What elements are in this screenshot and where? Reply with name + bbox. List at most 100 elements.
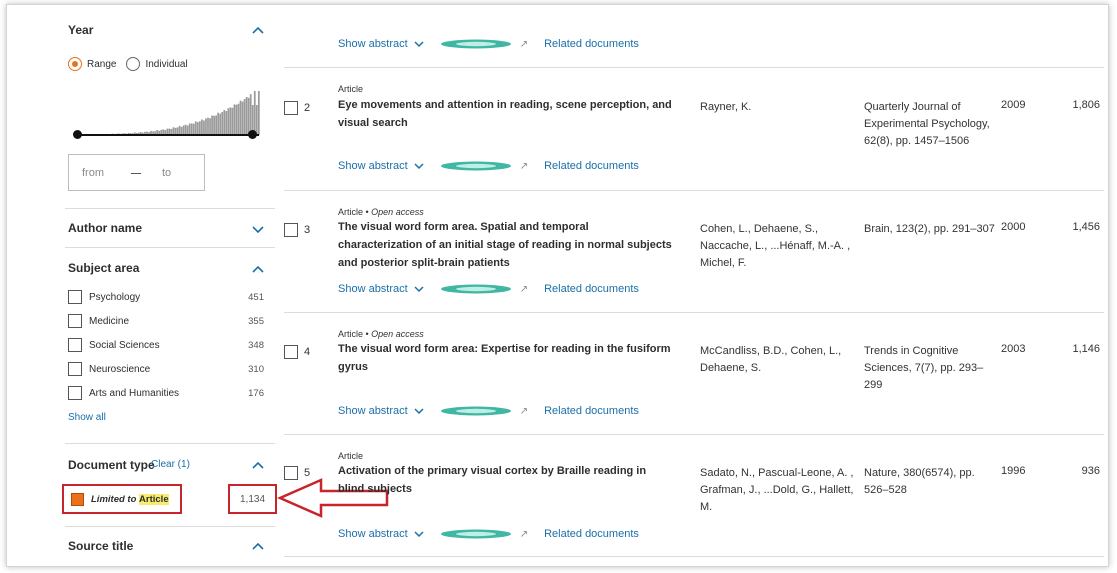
limited-prefix: Limited to: [91, 494, 137, 505]
checkbox[interactable]: [68, 338, 82, 352]
clear-document-type-link[interactable]: Clear (1): [151, 459, 190, 470]
subject-label: Arts and Humanities: [89, 387, 180, 399]
subject-label: Social Sciences: [89, 339, 160, 351]
show-abstract-button[interactable]: Show abstract: [338, 38, 424, 50]
related-documents-link[interactable]: Related documents: [544, 38, 639, 50]
checkbox[interactable]: [68, 386, 82, 400]
show-abstract-button[interactable]: Show abstract: [338, 528, 424, 540]
result-title[interactable]: Activation of the primary visual cortex …: [338, 462, 674, 498]
chevron-up-icon[interactable]: [250, 540, 266, 552]
related-documents-link[interactable]: Related documents: [544, 528, 639, 540]
histogram-bar: [229, 107, 232, 135]
result-cited-by[interactable]: 1,456: [1072, 221, 1100, 233]
pill-icon[interactable]: [440, 161, 512, 171]
divider: [65, 526, 275, 527]
range-radio[interactable]: [68, 57, 82, 71]
subject-item-social-sciences[interactable]: Social Sciences 348: [68, 338, 264, 352]
show-abstract-button[interactable]: Show abstract: [338, 283, 424, 295]
range-slider-start-handle[interactable]: [73, 130, 82, 139]
chevron-up-icon[interactable]: [250, 24, 266, 36]
source-title-section-title: Source title: [68, 539, 134, 553]
histogram-bar: [207, 117, 209, 135]
histogram-bar: [233, 104, 236, 135]
histogram-bar: [247, 97, 250, 135]
pill-icon[interactable]: [440, 529, 512, 539]
result-actions: Show abstract ↗ Related documents: [338, 160, 639, 172]
histogram-bar: [219, 113, 222, 135]
chevron-down-icon[interactable]: [250, 223, 266, 235]
result-checkbox[interactable]: [284, 466, 298, 480]
histogram-bar: [235, 104, 238, 135]
external-link-icon[interactable]: ↗: [520, 529, 528, 540]
divider: [65, 208, 275, 209]
external-link-icon[interactable]: ↗: [520, 161, 528, 172]
range-slider-end-handle[interactable]: [248, 130, 257, 139]
show-all-subjects-link[interactable]: Show all: [68, 412, 106, 423]
result-cited-by[interactable]: 1,806: [1072, 99, 1100, 111]
author-name-section-title: Author name: [68, 221, 143, 235]
histogram-bar: [213, 115, 215, 135]
subject-item-psychology[interactable]: Psychology 451: [68, 290, 264, 304]
histogram-bar: [239, 100, 242, 135]
result-source[interactable]: Quarterly Journal of Experimental Psycho…: [864, 99, 999, 150]
related-documents-link[interactable]: Related documents: [544, 283, 639, 295]
subject-count: 451: [248, 291, 264, 303]
external-link-icon[interactable]: ↗: [520, 406, 528, 417]
to-year-input[interactable]: to: [162, 167, 171, 179]
histogram-bar: [243, 99, 246, 135]
result-source[interactable]: Nature, 380(6574), pp. 526–528: [864, 465, 999, 499]
pill-icon[interactable]: [440, 406, 512, 416]
year-histogram: [77, 91, 260, 135]
checkbox[interactable]: [68, 362, 82, 376]
subject-item-medicine[interactable]: Medicine 355: [68, 314, 264, 328]
related-documents-link[interactable]: Related documents: [544, 160, 639, 172]
result-title[interactable]: The visual word form area. Spatial and t…: [338, 218, 674, 272]
result-authors[interactable]: Rayner, K.: [700, 99, 860, 116]
show-abstract-button[interactable]: Show abstract: [338, 160, 424, 172]
subject-label: Neuroscience: [89, 363, 151, 375]
result-cited-by[interactable]: 1,146: [1072, 343, 1100, 355]
limited-to-article-checkbox[interactable]: [71, 493, 84, 506]
result-cited-by[interactable]: 936: [1082, 465, 1100, 477]
result-checkbox[interactable]: [284, 345, 298, 359]
subject-count: 310: [248, 363, 264, 375]
article-count-highlight: 1,134: [228, 484, 277, 514]
range-dash: [131, 173, 141, 174]
histogram-bar: [203, 120, 205, 135]
result-authors[interactable]: McCandliss, B.D., Cohen, L., Dehaene, S.: [700, 343, 860, 377]
result-checkbox[interactable]: [284, 223, 298, 237]
result-source[interactable]: Brain, 123(2), pp. 291–307: [864, 221, 999, 238]
result-title[interactable]: The visual word form area: Expertise for…: [338, 340, 674, 376]
chevron-up-icon[interactable]: [250, 459, 266, 471]
chevron-up-icon[interactable]: [250, 263, 266, 275]
pill-icon[interactable]: [440, 39, 512, 49]
limited-to-label: Limited to Article: [91, 494, 169, 505]
histogram-bar: [223, 110, 226, 135]
pill-icon[interactable]: [440, 284, 512, 294]
result-authors[interactable]: Cohen, L., Dehaene, S., Naccache, L., ..…: [700, 221, 860, 272]
external-link-icon[interactable]: ↗: [520, 39, 528, 50]
result-number: 5: [304, 467, 311, 479]
result-year: 2000: [1001, 221, 1026, 233]
result-doctype: Article • Open access: [338, 207, 424, 217]
from-year-input[interactable]: from: [82, 167, 104, 179]
result-number: 4: [304, 346, 311, 358]
chevron-down-icon: [414, 40, 424, 47]
checkbox[interactable]: [68, 314, 82, 328]
subject-item-neuroscience[interactable]: Neuroscience 310: [68, 362, 264, 376]
row-divider: [284, 556, 1104, 557]
subject-item-arts-humanities[interactable]: Arts and Humanities 176: [68, 386, 264, 400]
individual-radio[interactable]: [126, 57, 141, 71]
result-checkbox[interactable]: [284, 101, 298, 115]
checkbox[interactable]: [68, 290, 82, 304]
limited-value: Article: [139, 494, 169, 505]
histogram-bar: [249, 94, 252, 135]
result-authors[interactable]: Sadato, N., Pascual-Leone, A. , Grafman,…: [700, 465, 860, 516]
related-documents-link[interactable]: Related documents: [544, 405, 639, 417]
year-range-slider[interactable]: [79, 134, 259, 136]
result-source[interactable]: Trends in Cognitive Sciences, 7(7), pp. …: [864, 343, 999, 394]
histogram-bar: [199, 121, 201, 135]
show-abstract-button[interactable]: Show abstract: [338, 405, 424, 417]
result-title[interactable]: Eye movements and attention in reading, …: [338, 96, 674, 132]
external-link-icon[interactable]: ↗: [520, 284, 528, 295]
